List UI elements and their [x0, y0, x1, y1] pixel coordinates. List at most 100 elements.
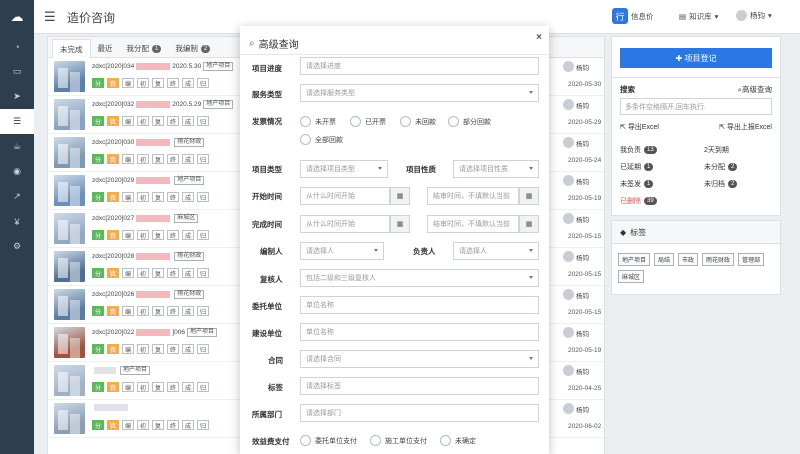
archive-button[interactable]: 归 [197, 382, 209, 392]
chart-icon[interactable]: ↗ [0, 184, 34, 209]
archive-button[interactable]: 归 [197, 230, 209, 240]
compile-button[interactable]: 编 [122, 154, 134, 164]
result-button[interactable]: 成 [182, 382, 194, 392]
stat-unassigned[interactable]: 未分配 2 [704, 162, 738, 172]
compile-button[interactable]: 编 [122, 116, 134, 126]
initial-button[interactable]: 初 [137, 344, 149, 354]
project-code[interactable]: zdxc[2020]028 雨花财政 [92, 252, 205, 261]
project-code[interactable]: zdxc[2020]022]006 地产项目 [92, 328, 217, 337]
tag-chip[interactable]: 市政 [678, 253, 699, 266]
author-select[interactable]: 请选择人 [300, 242, 384, 260]
project-code[interactable]: zdxc[2020]030 雨花财政 [92, 138, 205, 147]
project-tag[interactable]: 地产项目 [203, 62, 234, 71]
project-code[interactable]: zdxc[2020]026 雨花财政 [92, 290, 205, 299]
tab-assigned[interactable]: 我分配 1 [120, 40, 169, 57]
messages-button[interactable]: 行 信息价 [612, 8, 654, 24]
service-type-select[interactable]: 请选择服务类型 [300, 84, 539, 102]
mine-button[interactable]: 我 [107, 382, 119, 392]
progress-select[interactable]: 请选择进度 [300, 57, 539, 75]
mine-button[interactable]: 我 [107, 192, 119, 202]
final-button[interactable]: 终 [167, 116, 179, 126]
project-register-button[interactable]: ✚ 项目登记 [620, 48, 772, 68]
initial-button[interactable]: 初 [137, 420, 149, 430]
search-input[interactable]: 多条件空格隔开,回车执行. [620, 98, 772, 115]
archive-button[interactable]: 归 [197, 420, 209, 430]
compile-button[interactable]: 编 [122, 192, 134, 202]
radio-invoiced[interactable]: 已开票 [350, 116, 386, 127]
project-type-select[interactable]: 请选择项目类型 [300, 160, 388, 178]
advanced-search-link[interactable]: ⌕高级查询 [738, 84, 772, 95]
client-input[interactable]: 单位名称 [300, 296, 539, 314]
result-button[interactable]: 成 [182, 192, 194, 202]
final-button[interactable]: 终 [167, 192, 179, 202]
mine-button[interactable]: 我 [107, 268, 119, 278]
start-from-input[interactable]: 从什么时间开始 [300, 187, 390, 205]
project-thumbnail[interactable] [54, 61, 85, 92]
menu-toggle-icon[interactable]: ☰ [44, 9, 56, 25]
gear-icon[interactable]: ⚙ [0, 234, 34, 259]
assign-button[interactable]: 分 [92, 192, 104, 202]
initial-button[interactable]: 初 [137, 268, 149, 278]
mine-button[interactable]: 我 [107, 116, 119, 126]
radio-undetermined[interactable]: 未确定 [440, 435, 476, 446]
archive-button[interactable]: 归 [197, 306, 209, 316]
mine-button[interactable]: 我 [107, 344, 119, 354]
assign-button[interactable]: 分 [92, 78, 104, 88]
project-thumbnail[interactable] [54, 365, 85, 396]
result-button[interactable]: 成 [182, 78, 194, 88]
tab-recent[interactable]: 最近 [91, 40, 120, 57]
project-tag[interactable]: 雨花财政 [174, 252, 205, 261]
tab-unfinished[interactable]: 未完成 [52, 39, 91, 58]
paper-plane-icon[interactable]: ➤ [0, 84, 34, 109]
calendar-icon[interactable]: ▦ [390, 215, 410, 233]
review-button[interactable]: 复 [152, 154, 164, 164]
project-tag[interactable]: 地产项目 [203, 100, 234, 109]
compile-button[interactable]: 编 [122, 268, 134, 278]
project-code[interactable]: zdxc[2020]029 地产项目 [92, 176, 205, 185]
calendar-icon[interactable]: ▦ [519, 187, 539, 205]
knowledge-dropdown[interactable]: ▤ 知识库 ▾ [679, 11, 718, 22]
project-tag[interactable]: 地产项目 [174, 176, 205, 185]
project-code[interactable]: zdxc[2020]034 2020.5.30 地产项目 [92, 62, 234, 71]
review-button[interactable]: 复 [152, 306, 164, 316]
result-button[interactable]: 成 [182, 306, 194, 316]
radio-not-invoiced[interactable]: 未开票 [300, 116, 336, 127]
final-button[interactable]: 终 [167, 230, 179, 240]
archive-button[interactable]: 归 [197, 344, 209, 354]
user-menu[interactable]: 杨钧 ▾ [736, 10, 772, 21]
final-button[interactable]: 终 [167, 344, 179, 354]
mine-button[interactable]: 我 [107, 306, 119, 316]
tag-chip[interactable]: 局结 [654, 253, 675, 266]
stat-due-soon[interactable]: 2天到期 [704, 145, 729, 155]
project-tag[interactable]: 麻城区 [174, 214, 199, 223]
owner-select[interactable]: 请选择人 [453, 242, 539, 260]
assign-button[interactable]: 分 [92, 230, 104, 240]
result-button[interactable]: 成 [182, 420, 194, 430]
project-thumbnail[interactable] [54, 137, 85, 168]
review-button[interactable]: 复 [152, 382, 164, 392]
radio-fully-paid[interactable]: 全部回款 [300, 134, 343, 145]
assign-button[interactable]: 分 [92, 344, 104, 354]
globe-icon[interactable]: ◉ [0, 159, 34, 184]
compile-button[interactable]: 编 [122, 230, 134, 240]
project-tag[interactable]: 地产项目 [120, 366, 151, 375]
review-button[interactable]: 复 [152, 78, 164, 88]
mine-button[interactable]: 我 [107, 78, 119, 88]
stat-unsigned[interactable]: 未签发 1 [620, 179, 654, 189]
archive-button[interactable]: 归 [197, 268, 209, 278]
review-button[interactable]: 复 [152, 420, 164, 430]
radio-not-paid[interactable]: 未回款 [400, 116, 436, 127]
project-nature-select[interactable]: 请选择项目性质 [453, 160, 539, 178]
yen-icon[interactable]: ¥ [0, 209, 34, 234]
cloud-logo-icon[interactable]: ☁ [0, 0, 34, 34]
initial-button[interactable]: 初 [137, 306, 149, 316]
result-button[interactable]: 成 [182, 268, 194, 278]
finish-from-input[interactable]: 从什么时间开始 [300, 215, 390, 233]
project-tag[interactable]: 雨花财政 [174, 138, 205, 147]
start-to-input[interactable]: 结审时间，不填默认当前 [427, 187, 519, 205]
review-button[interactable]: 复 [152, 268, 164, 278]
mine-button[interactable]: 我 [107, 154, 119, 164]
final-button[interactable]: 终 [167, 306, 179, 316]
assign-button[interactable]: 分 [92, 116, 104, 126]
department-select[interactable]: 请选择部门 [300, 404, 539, 422]
